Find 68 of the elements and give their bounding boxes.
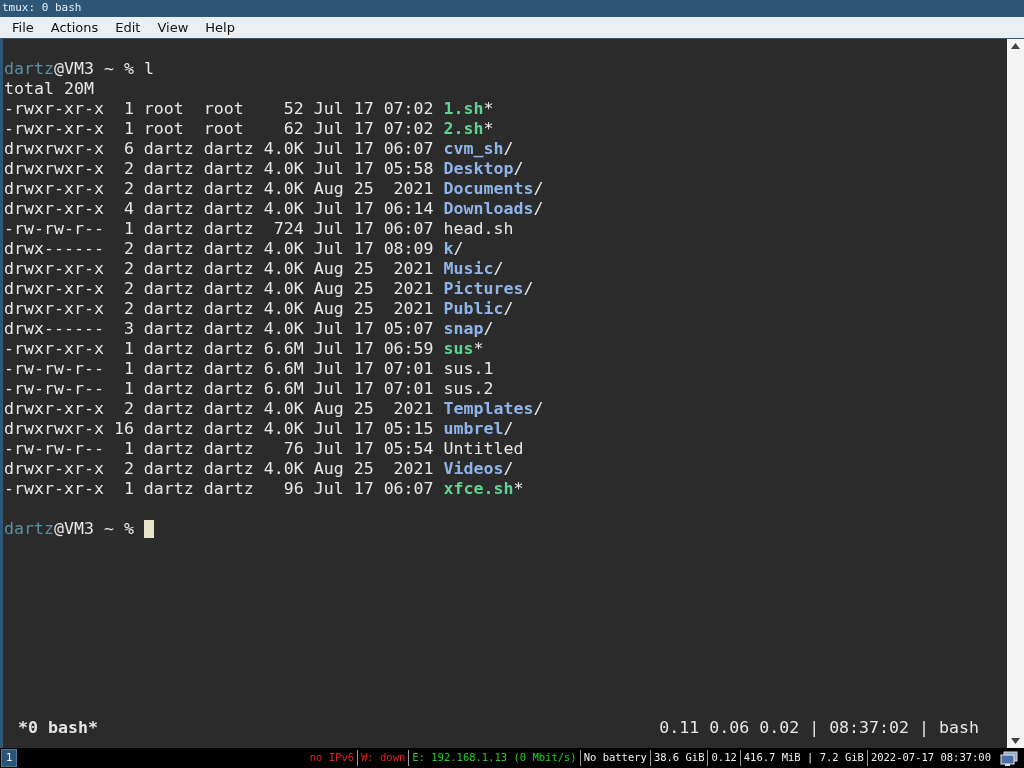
status-item: E: 192.168.1.13 (0 Mbit/s) [408,750,580,766]
status-item: 2022-07-17 08:37:00 [866,750,994,766]
file-name: Public/ [443,299,514,319]
prompt-user: dartz [4,59,54,79]
file-name: sus.1 [443,359,494,379]
file-name: cvm_sh/ [443,139,514,159]
menu-item[interactable]: Actions [42,17,107,38]
file-info: drwxrwxr-x 2 dartz dartz 4.0K Jul 17 05:58 [4,159,434,179]
file-name: 1.sh* [443,99,494,119]
file-name: Videos/ [443,459,514,479]
text-cursor [143,520,154,538]
scrollbar[interactable] [1007,39,1024,748]
file-info: drwx------ 2 dartz dartz 4.0K Jul 17 08:09 [4,239,434,259]
file-info: drwxrwxr-x 16 dartz dartz 4.0K Jul 17 05:15 [4,419,434,439]
file-name: Templates/ [443,399,544,419]
file-info: -rw-rw-r-- 1 dartz dartz 76 Jul 17 05:54 [4,439,434,459]
file-info: drwxrwxr-x 6 dartz dartz 4.0K Jul 17 06:07 [4,139,434,159]
file-name: Downloads/ [443,199,544,219]
file-name: Desktop/ [443,159,524,179]
file-name: head.sh [443,219,514,239]
scroll-up-icon[interactable] [1011,43,1020,49]
status-item: no IPv6 [308,750,356,766]
file-info: -rwxr-xr-x 1 dartz dartz 6.6M Jul 17 06:59 [4,339,434,359]
window-title: tmux: 0 bash [2,0,82,17]
menu-item[interactable]: Edit [107,17,149,38]
status-item: No battery [579,750,650,766]
file-info: -rw-rw-r-- 1 dartz dartz 6.6M Jul 17 07:01 [4,359,434,379]
command-text: l [143,59,154,79]
file-info: drwxr-xr-x 2 dartz dartz 4.0K Aug 25 2021 [4,399,434,419]
prompt-text: @VM3 ~ % [53,519,135,539]
file-info: drwxr-xr-x 2 dartz dartz 4.0K Aug 25 2021 [4,459,434,479]
file-info: drwxr-xr-x 2 dartz dartz 4.0K Aug 25 2021 [4,179,434,199]
status-item: 38.6 GiB [649,750,708,766]
menu-item[interactable]: Help [197,17,243,38]
file-name: sus* [443,339,484,359]
file-name: Pictures/ [443,279,534,299]
output-line: total 20M [4,79,95,99]
file-name: sus.2 [443,379,494,399]
file-name: xfce.sh* [443,479,524,499]
file-name: Documents/ [443,179,544,199]
file-info: -rwxr-xr-x 1 root root 62 Jul 17 07:02 [4,119,434,139]
file-info: drwxr-xr-x 2 dartz dartz 4.0K Aug 25 2021 [4,259,434,279]
file-name: Music/ [443,259,504,279]
file-info: -rw-rw-r-- 1 dartz dartz 724 Jul 17 06:07 [4,219,434,239]
monitor-icon[interactable] [1000,750,1018,766]
workspace-button[interactable]: 1 [1,749,18,767]
file-name: snap/ [443,319,494,339]
file-name: umbrel/ [443,419,514,439]
file-info: -rwxr-xr-x 1 root root 52 Jul 17 07:02 [4,99,434,119]
file-info: drwx------ 3 dartz dartz 4.0K Jul 17 05:07 [4,319,434,339]
file-name: Untitled [443,439,524,459]
file-info: -rw-rw-r-- 1 dartz dartz 6.6M Jul 17 07:01 [4,379,434,399]
prompt-user: dartz [4,519,54,539]
file-info: drwxr-xr-x 2 dartz dartz 4.0K Aug 25 2021 [4,279,434,299]
scroll-down-icon[interactable] [1011,738,1020,744]
file-info: drwxr-xr-x 4 dartz dartz 4.0K Jul 17 06:14 [4,199,434,219]
menu-item[interactable]: View [149,17,197,38]
prompt-text: @VM3 ~ % [53,59,135,79]
file-name: k/ [443,239,464,259]
status-item: W: down [357,750,409,766]
status-item: 0.12 [707,750,740,766]
file-info: drwxr-xr-x 2 dartz dartz 4.0K Aug 25 2021 [4,299,434,319]
menu-item[interactable]: File [4,17,42,38]
file-info: -rwxr-xr-x 1 dartz dartz 96 Jul 17 06:07 [4,479,434,499]
tmux-window-label: *0 bash* [18,718,98,738]
status-item: 416.7 MiB | 7.2 GiB [739,750,867,766]
file-name: 2.sh* [443,119,494,139]
tmux-status-text: 0.11 0.06 0.02 | 08:37:02 | bash [659,718,979,738]
